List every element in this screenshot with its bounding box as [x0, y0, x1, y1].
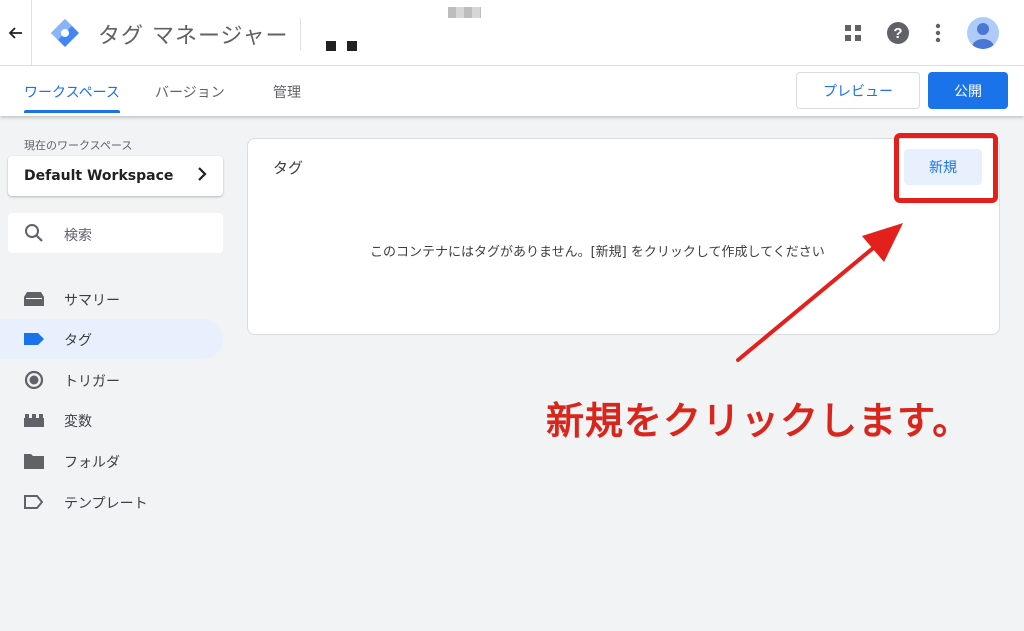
annotation-text: 新規をクリックします。 [546, 399, 972, 443]
annotation-arrow [736, 223, 903, 362]
